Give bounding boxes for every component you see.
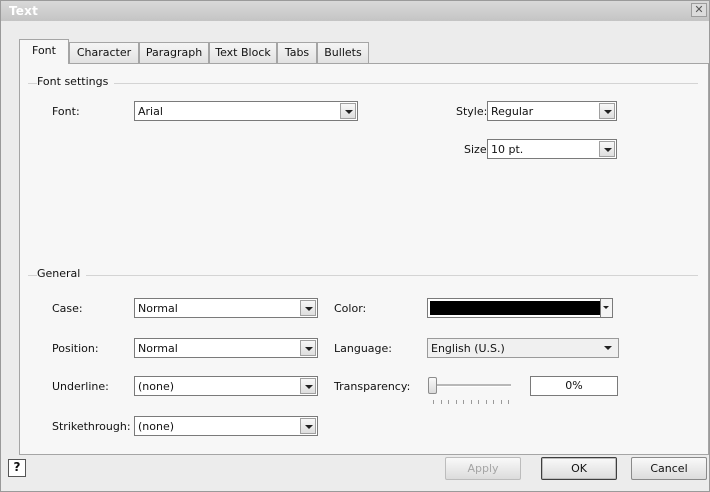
transparency-label: Transparency: <box>334 380 411 393</box>
style-dropdown-value: Regular <box>491 105 534 118</box>
underline-dropdown[interactable]: (none) <box>134 376 318 396</box>
case-dropdown-value: Normal <box>138 302 178 315</box>
language-label: Language: <box>334 342 392 355</box>
color-dropdown-button[interactable] <box>600 299 612 317</box>
font-settings-divider <box>28 83 698 84</box>
color-picker[interactable] <box>427 298 613 318</box>
chevron-down-icon <box>305 307 313 311</box>
close-icon[interactable]: ✕ <box>691 3 707 17</box>
tab-character[interactable]: Character <box>69 42 139 63</box>
font-label: Font: <box>52 105 80 118</box>
position-dropdown-value: Normal <box>138 342 178 355</box>
title-bar[interactable]: Text ✕ <box>1 1 709 21</box>
slider-tick <box>433 400 434 404</box>
cancel-button[interactable]: Cancel <box>631 457 707 480</box>
case-dropdown-button[interactable] <box>300 300 316 316</box>
text-dialog: Text ✕ Font Character Paragraph Text Blo… <box>0 0 710 492</box>
tab-tabs[interactable]: Tabs <box>277 42 317 63</box>
tab-text-block[interactable]: Text Block <box>209 42 277 63</box>
style-dropdown[interactable]: Regular <box>487 101 617 121</box>
font-tab-panel: Font settings Font: Arial Style: Regular… <box>19 63 709 455</box>
slider-thumb[interactable] <box>428 377 437 394</box>
position-label: Position: <box>52 342 99 355</box>
color-swatch <box>430 301 600 315</box>
strikethrough-dropdown-button[interactable] <box>300 418 316 434</box>
style-dropdown-button[interactable] <box>599 103 615 119</box>
chevron-down-icon <box>603 306 609 309</box>
chevron-down-icon <box>604 148 612 152</box>
font-dropdown-value: Arial <box>138 105 163 118</box>
tab-bullets[interactable]: Bullets <box>317 42 369 63</box>
language-dropdown-value: English (U.S.) <box>431 342 505 355</box>
slider-tick <box>508 400 509 404</box>
slider-tick <box>440 400 442 404</box>
chevron-down-icon <box>305 385 313 389</box>
style-label: Style: <box>456 105 488 118</box>
position-dropdown[interactable]: Normal <box>134 338 318 358</box>
strikethrough-label: Strikethrough: <box>52 420 131 433</box>
chevron-down-icon <box>305 347 313 351</box>
case-label: Case: <box>52 302 83 315</box>
transparency-value-field[interactable]: 0% <box>530 376 618 396</box>
slider-track <box>431 384 511 387</box>
help-icon[interactable]: ? <box>8 459 26 477</box>
chevron-down-icon <box>604 346 612 350</box>
slider-ticks <box>433 400 509 406</box>
general-heading: General <box>37 267 87 280</box>
slider-tick <box>463 400 464 404</box>
size-dropdown-value: 10 pt. <box>491 143 524 156</box>
slider-tick <box>478 400 479 404</box>
general-divider <box>28 275 698 276</box>
tab-paragraph[interactable]: Paragraph <box>139 42 209 63</box>
ok-button[interactable]: OK <box>541 457 617 480</box>
font-dropdown-button[interactable] <box>340 103 356 119</box>
chevron-down-icon <box>305 425 313 429</box>
slider-tick <box>493 400 494 404</box>
slider-tick <box>448 400 449 404</box>
underline-dropdown-value: (none) <box>138 380 175 393</box>
tab-font[interactable]: Font <box>19 39 69 64</box>
slider-tick <box>500 400 502 404</box>
strikethrough-dropdown-value: (none) <box>138 420 175 433</box>
slider-tick <box>485 400 487 404</box>
chevron-down-icon <box>345 110 353 114</box>
apply-button[interactable]: Apply <box>445 457 521 480</box>
position-dropdown-button[interactable] <box>300 340 316 356</box>
slider-tick <box>455 400 457 404</box>
color-label: Color: <box>334 302 367 315</box>
font-settings-heading: Font settings <box>37 75 115 88</box>
case-dropdown[interactable]: Normal <box>134 298 318 318</box>
underline-label: Underline: <box>52 380 109 393</box>
size-dropdown-button[interactable] <box>599 141 615 157</box>
size-dropdown[interactable]: 10 pt. <box>487 139 617 159</box>
font-dropdown[interactable]: Arial <box>134 101 358 121</box>
slider-tick <box>470 400 472 404</box>
language-dropdown[interactable]: English (U.S.) <box>427 338 619 358</box>
underline-dropdown-button[interactable] <box>300 378 316 394</box>
strikethrough-dropdown[interactable]: (none) <box>134 416 318 436</box>
window-title: Text <box>9 4 39 18</box>
chevron-down-icon <box>604 110 612 114</box>
